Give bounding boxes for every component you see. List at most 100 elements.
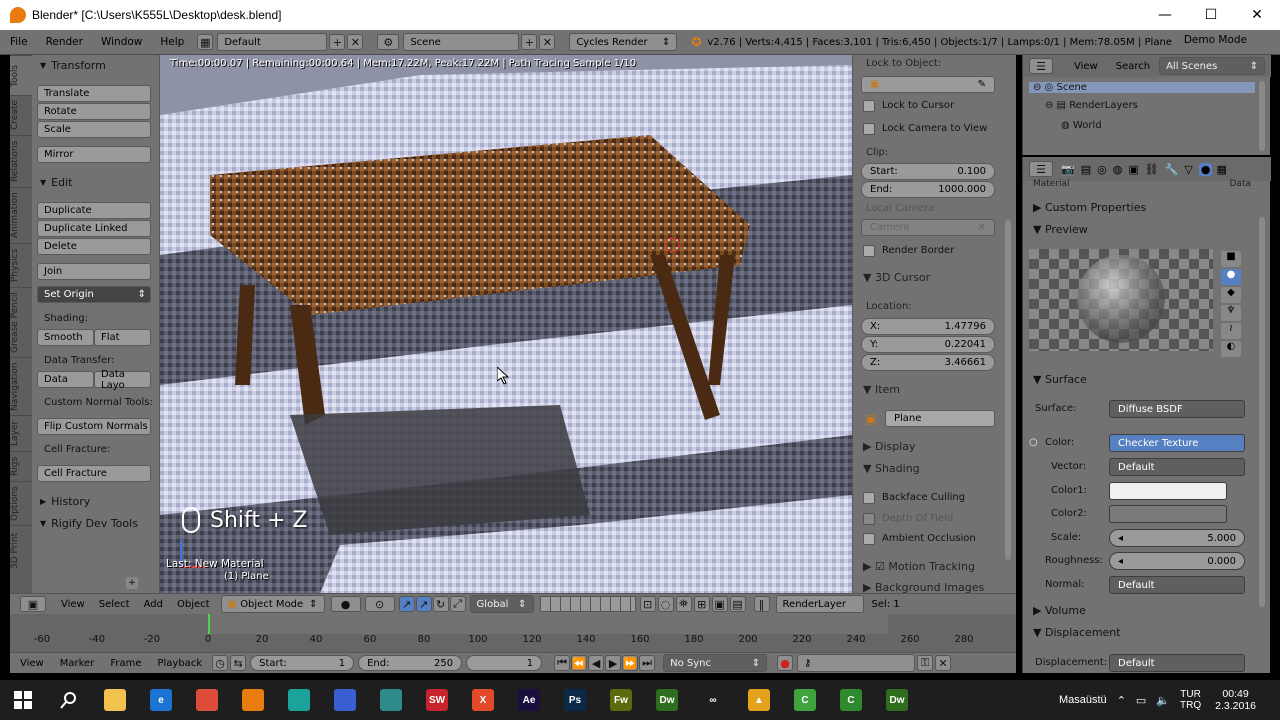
outliner-editor-icon[interactable]: ☰ — [1029, 58, 1053, 74]
language-indicator[interactable]: TUR TRQ — [1180, 689, 1201, 711]
display-panel-header[interactable]: ▶ Display — [863, 440, 916, 453]
transform-panel-header[interactable]: ▼ Transform — [32, 55, 106, 75]
render-border-checkbox[interactable] — [863, 245, 875, 257]
editor-type-icon[interactable]: ▣ — [20, 596, 46, 612]
displacement-panel-header[interactable]: ▼ Displacement — [1033, 626, 1121, 639]
taskbar-app[interactable]: SW — [414, 680, 460, 720]
tab-relations[interactable]: Relations — [10, 135, 32, 187]
material-breadcrumb[interactable]: Material Data — [1033, 179, 1251, 189]
taskbar-app[interactable]: Ae — [506, 680, 552, 720]
lock-layers-icon[interactable]: ⊡ — [639, 596, 656, 612]
play-icon[interactable]: ▶ — [605, 655, 622, 671]
preview-sphere-button[interactable]: ● — [1221, 269, 1241, 285]
transform-orientation-select[interactable]: Global ⇕ — [469, 595, 534, 613]
outliner-item-scene[interactable]: ⊖ ◎ Scene — [1029, 82, 1255, 93]
shading-panel-header[interactable]: ▼ Shading — [863, 462, 920, 475]
jump-start-icon[interactable]: ⏮ — [554, 655, 571, 671]
clip-start-field[interactable]: Start: 0.100 — [861, 163, 995, 180]
preview-range-icon[interactable]: ◷ — [212, 655, 229, 671]
volume-icon[interactable]: 🔈 — [1156, 694, 1170, 707]
taskbar-app[interactable]: C — [828, 680, 874, 720]
texture-tab-icon[interactable]: ▦ — [1216, 163, 1226, 176]
end-frame-field[interactable]: End: 250 — [358, 655, 463, 671]
taskbar-app[interactable]: Ps — [552, 680, 598, 720]
preview-panel-header[interactable]: ▼ Preview — [1033, 223, 1088, 236]
opengl-anim-icon[interactable]: ▤ — [729, 596, 746, 612]
normal-input-select[interactable]: Default — [1109, 576, 1245, 594]
local-camera-field[interactable]: Camera ✕ — [861, 219, 995, 236]
panel-resize-icon[interactable]: + — [126, 577, 138, 589]
delete-button[interactable]: Delete — [37, 238, 151, 255]
timeline-view-menu[interactable]: View — [12, 658, 52, 669]
background-images-panel-header[interactable]: ▶ Background Images — [863, 581, 984, 593]
menu-file[interactable]: File — [0, 36, 37, 48]
preview-sky-button[interactable]: ◐ — [1221, 341, 1241, 357]
clock[interactable]: 00:49 2.3.2016 — [1215, 688, 1256, 712]
start-frame-field[interactable]: Start: 1 — [250, 655, 355, 671]
data-layout-button[interactable]: Data Layo — [94, 369, 151, 391]
taskbar-app[interactable] — [46, 680, 92, 720]
mirror-button[interactable]: Mirror — [37, 146, 151, 163]
join-button[interactable]: Join — [37, 263, 151, 280]
cursor-x-field[interactable]: X: 1.47796 — [861, 318, 995, 335]
taskbar-app[interactable] — [276, 680, 322, 720]
record-icon[interactable]: ● — [777, 655, 794, 671]
clip-end-field[interactable]: End: 1000.000 — [861, 181, 995, 198]
insert-keyframe-icon[interactable]: ⚿ — [917, 655, 934, 671]
color1-swatch[interactable] — [1109, 482, 1227, 500]
cursor-z-field[interactable]: Z: 3.46661 — [861, 354, 995, 371]
opengl-render-icon[interactable]: ▣ — [711, 596, 728, 612]
jump-keyframe-back-icon[interactable]: ⏪ — [571, 655, 588, 671]
taskbar-app[interactable]: Dw — [644, 680, 690, 720]
layer-buttons[interactable] — [539, 596, 636, 612]
add-layout-button[interactable]: + — [329, 34, 346, 50]
screen-layout-icon[interactable]: ▦ — [197, 34, 214, 50]
scale-field[interactable]: ◂ 5.000 — [1109, 529, 1245, 547]
manipulator-icon[interactable]: ↗ — [398, 596, 415, 612]
taskbar-app[interactable] — [92, 680, 138, 720]
snap-icon[interactable]: ⛯ — [675, 596, 692, 612]
play-reverse-icon[interactable]: ◀ — [588, 655, 605, 671]
preview-monkey-button[interactable]: ♆ — [1221, 305, 1241, 321]
outliner-search-menu[interactable]: Search — [1107, 61, 1159, 72]
cell-fracture-button[interactable]: Cell Fracture — [37, 465, 151, 482]
tab-physics[interactable]: Physics — [10, 243, 32, 287]
smooth-button[interactable]: Smooth — [37, 329, 94, 346]
snap-element-icon[interactable]: ⊞ — [693, 596, 710, 612]
preview-hair-button[interactable]: ≀ — [1221, 323, 1241, 339]
depth-of-field-checkbox[interactable] — [863, 513, 875, 525]
surface-shader-select[interactable]: Diffuse BSDF — [1109, 400, 1245, 418]
eyedropper-icon[interactable]: ✎ — [978, 79, 986, 90]
timeline[interactable]: -60 -40 -20 0 20 40 60 80 100 120 140 16… — [10, 614, 1016, 652]
lock-camera-checkbox[interactable] — [863, 123, 875, 135]
item-panel-header[interactable]: ▼ Item — [863, 383, 900, 396]
motion-tracking-checkbox[interactable]: ☑ — [875, 560, 885, 573]
tab-animation[interactable]: Animation — [10, 187, 32, 243]
set-origin-select[interactable]: Set Origin ⇕ — [37, 286, 151, 303]
taskbar-app[interactable]: Dw — [874, 680, 920, 720]
add-menu[interactable]: Add — [137, 599, 170, 610]
taskbar-app[interactable] — [322, 680, 368, 720]
screen-layout-field[interactable]: Default — [217, 33, 328, 51]
tab-create[interactable]: Create — [10, 95, 32, 135]
n-panel-scrollbar[interactable] — [1005, 220, 1011, 560]
color2-swatch[interactable] — [1109, 505, 1227, 523]
menu-help[interactable]: Help — [151, 36, 193, 48]
view-menu[interactable]: View — [54, 599, 92, 610]
properties-editor-icon[interactable]: ☰ — [1029, 161, 1053, 177]
menu-render[interactable]: Render — [37, 36, 92, 48]
render-layer-field[interactable]: RenderLayer — [775, 595, 864, 613]
delete-keyframe-icon[interactable]: ✕ — [935, 655, 952, 671]
3d-cursor-panel-header[interactable]: ▼ 3D Cursor — [863, 271, 930, 284]
taskbar-app[interactable] — [368, 680, 414, 720]
taskbar-app[interactable]: X — [460, 680, 506, 720]
tab-tools[interactable]: Tools — [10, 55, 32, 95]
keying-set-field[interactable]: ⚷ — [797, 654, 916, 672]
timeline-playback-menu[interactable]: Playback — [149, 658, 210, 669]
timeline-marker-menu[interactable]: Marker — [52, 658, 103, 669]
timeline-frame-menu[interactable]: Frame — [102, 658, 149, 669]
outliner-item-world[interactable]: ◍ World — [1061, 120, 1102, 131]
pause-icon[interactable]: ‖ — [753, 596, 770, 612]
scene-tab-icon[interactable]: ◎ — [1097, 163, 1107, 176]
tab-navigation[interactable]: Navigation — [10, 357, 32, 415]
